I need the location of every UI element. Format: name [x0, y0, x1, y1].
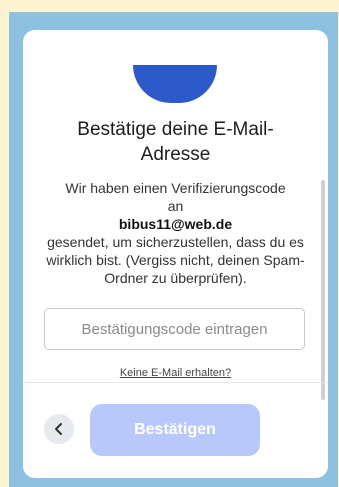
back-button[interactable]: [44, 414, 74, 444]
scrollbar[interactable]: [321, 180, 325, 400]
description-line-3: gesendet, um sicherzustellen, dass du es…: [46, 234, 305, 286]
logo-icon: [133, 65, 217, 103]
dialog-title: Bestätige deine E-Mail-Adresse: [77, 119, 274, 165]
description-line-1: Wir haben einen Verifizierungscode: [65, 180, 286, 196]
resend-email-link[interactable]: Keine E-Mail erhalten?: [23, 367, 328, 379]
chevron-left-icon: [55, 423, 62, 435]
confirm-button[interactable]: Bestätigen: [90, 404, 260, 456]
dialog-description: Wir haben einen Verifizierungscode an bi…: [39, 179, 312, 287]
description-line-2: an: [167, 198, 184, 214]
divider: [23, 382, 328, 383]
email-address: bibus11@web.de: [118, 216, 233, 232]
verification-dialog: Bestätige deine E-Mail-Adresse Wir haben…: [23, 30, 328, 478]
verification-code-input[interactable]: [44, 308, 305, 350]
